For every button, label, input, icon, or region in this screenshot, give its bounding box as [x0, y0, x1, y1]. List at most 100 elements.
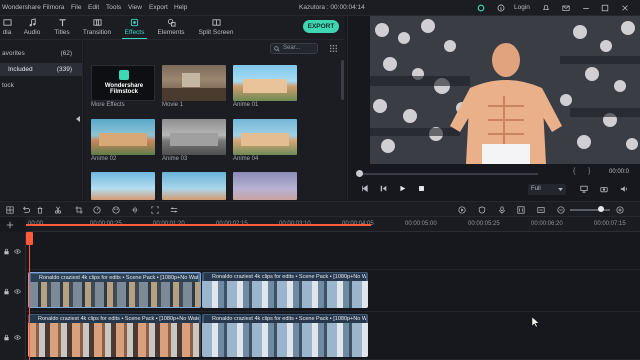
undo-icon[interactable]: [22, 206, 30, 214]
tab-transition[interactable]: Transition: [82, 17, 112, 39]
mouse-cursor-icon: [532, 317, 539, 327]
menu-view[interactable]: View: [128, 4, 142, 11]
timeline-clip[interactable]: Ronaldo craziest 4k clips for edits • Sc…: [202, 272, 368, 308]
media-toolbar: dia Audio Titles Transition Effects Elem…: [0, 16, 345, 40]
snapshot-icon[interactable]: [537, 206, 545, 214]
app-title: Wondershare Filmora: [2, 4, 65, 11]
fit-icon[interactable]: [151, 206, 159, 214]
mark-in-icon[interactable]: {: [573, 168, 575, 175]
menu-export[interactable]: Export: [149, 4, 168, 11]
zoom-out-icon[interactable]: [557, 206, 565, 214]
menu-file[interactable]: File: [71, 4, 81, 11]
lock-icon[interactable]: [3, 288, 10, 295]
minimize-icon[interactable]: [582, 4, 590, 12]
volume-icon[interactable]: [620, 185, 628, 193]
lock-icon[interactable]: [3, 334, 10, 341]
transition-icon: [92, 19, 102, 26]
grid-icon[interactable]: [6, 206, 14, 214]
eye-icon[interactable]: [14, 288, 21, 295]
lock-icon[interactable]: [3, 248, 10, 255]
search-placeholder: Sear...: [283, 45, 301, 51]
tab-effects[interactable]: Effects: [122, 17, 147, 39]
track-empty[interactable]: [26, 232, 640, 270]
add-track-icon[interactable]: [6, 221, 14, 229]
effect-label: Anime 03: [162, 156, 188, 162]
color-icon[interactable]: [112, 206, 120, 214]
effect-thumb-anime-01[interactable]: [233, 65, 297, 101]
quality-dropdown[interactable]: Full: [528, 184, 566, 195]
export-button[interactable]: EXPORT: [303, 20, 339, 33]
stop-icon[interactable]: [418, 185, 425, 192]
playhead[interactable]: [29, 232, 30, 360]
maximize-icon[interactable]: [601, 4, 609, 12]
tab-titles[interactable]: Titles: [51, 17, 73, 39]
timeline-clip[interactable]: Ronaldo craziest 4k clips for edits • Sc…: [28, 314, 201, 357]
effect-thumb-anime-02[interactable]: [91, 119, 155, 155]
sidebar-item-included[interactable]: Included (339): [0, 63, 82, 76]
ruler-label: 00:00:06:20: [531, 221, 563, 227]
search-input[interactable]: Sear...: [270, 43, 318, 54]
zoom-slider-handle[interactable]: [598, 206, 604, 212]
menu-edit[interactable]: Edit: [88, 4, 99, 11]
info-icon[interactable]: [497, 4, 505, 12]
playhead-handle[interactable]: [26, 232, 33, 245]
timeline-clip[interactable]: Ronaldo craziest 4k clips for edits • Sc…: [202, 314, 368, 357]
close-icon[interactable]: [621, 4, 629, 12]
zoom-in-icon[interactable]: [616, 206, 624, 214]
effect-thumb-movie-1[interactable]: [162, 65, 226, 101]
tab-audio[interactable]: Audio: [20, 17, 44, 39]
mixer-icon[interactable]: [517, 206, 525, 214]
collapse-panel-icon[interactable]: [76, 116, 81, 122]
step-back-icon[interactable]: [361, 185, 368, 192]
delete-icon[interactable]: [36, 206, 44, 214]
sidebar-item-favorites[interactable]: avorites (62): [0, 47, 82, 60]
preview-scrub-handle[interactable]: [356, 170, 363, 177]
effect-thumb-row3-1[interactable]: [91, 172, 155, 200]
split-screen-icon: [211, 19, 221, 26]
mark-out-icon[interactable]: }: [588, 168, 590, 175]
effect-thumb-more-effects[interactable]: Wondershare Filmstock: [91, 65, 155, 101]
sidebar-item-stock[interactable]: tock: [0, 79, 82, 92]
eye-icon[interactable]: [14, 334, 21, 341]
clip-frames: [28, 323, 201, 357]
effect-thumb-row3-2[interactable]: [162, 172, 226, 200]
grid-view-icon[interactable]: [330, 45, 337, 52]
cut-icon[interactable]: [54, 206, 62, 214]
crop-icon[interactable]: [75, 206, 83, 214]
preview-video[interactable]: [370, 16, 640, 164]
menu-tools[interactable]: Tools: [106, 4, 121, 11]
chevron-down-icon: [558, 188, 563, 191]
speed-icon[interactable]: [93, 206, 101, 214]
preview-scrubber[interactable]: [358, 173, 538, 175]
effect-thumb-anime-04[interactable]: [233, 119, 297, 155]
tab-media[interactable]: dia: [0, 17, 14, 39]
eye-icon[interactable]: [14, 248, 21, 255]
effect-thumb-row3-3[interactable]: [233, 172, 297, 200]
render-range-bar: [26, 224, 371, 226]
notification-icon[interactable]: [542, 4, 550, 12]
effects-scrollbar[interactable]: [341, 60, 344, 100]
microphone-icon[interactable]: [498, 206, 506, 214]
mail-icon[interactable]: [562, 4, 570, 12]
shield-icon[interactable]: [478, 206, 486, 214]
render-icon[interactable]: [458, 206, 466, 214]
zoom-slider[interactable]: [570, 209, 610, 211]
tab-elements[interactable]: Elements: [157, 17, 185, 39]
search-icon: [274, 46, 280, 52]
sync-icon[interactable]: [477, 4, 485, 12]
camera-icon[interactable]: [600, 185, 608, 193]
audio-wave-icon[interactable]: [131, 206, 139, 214]
adjust-icon[interactable]: [170, 206, 178, 214]
clip-frames: [202, 281, 368, 308]
menu-help[interactable]: Help: [174, 4, 187, 11]
tree-marker: [2, 68, 5, 71]
monitor-icon[interactable]: [580, 185, 588, 193]
effect-thumb-anime-03[interactable]: [162, 119, 226, 155]
effects-icon: [130, 18, 139, 27]
prev-frame-icon[interactable]: [380, 185, 387, 192]
login-link[interactable]: Login: [514, 4, 530, 11]
timeline-toolbar: [0, 201, 640, 217]
tab-split-screen[interactable]: Split Screen: [197, 17, 235, 39]
timeline-clip[interactable]: Ronaldo craziest 4k clips for edits • Sc…: [28, 272, 201, 308]
play-icon[interactable]: [399, 185, 406, 192]
